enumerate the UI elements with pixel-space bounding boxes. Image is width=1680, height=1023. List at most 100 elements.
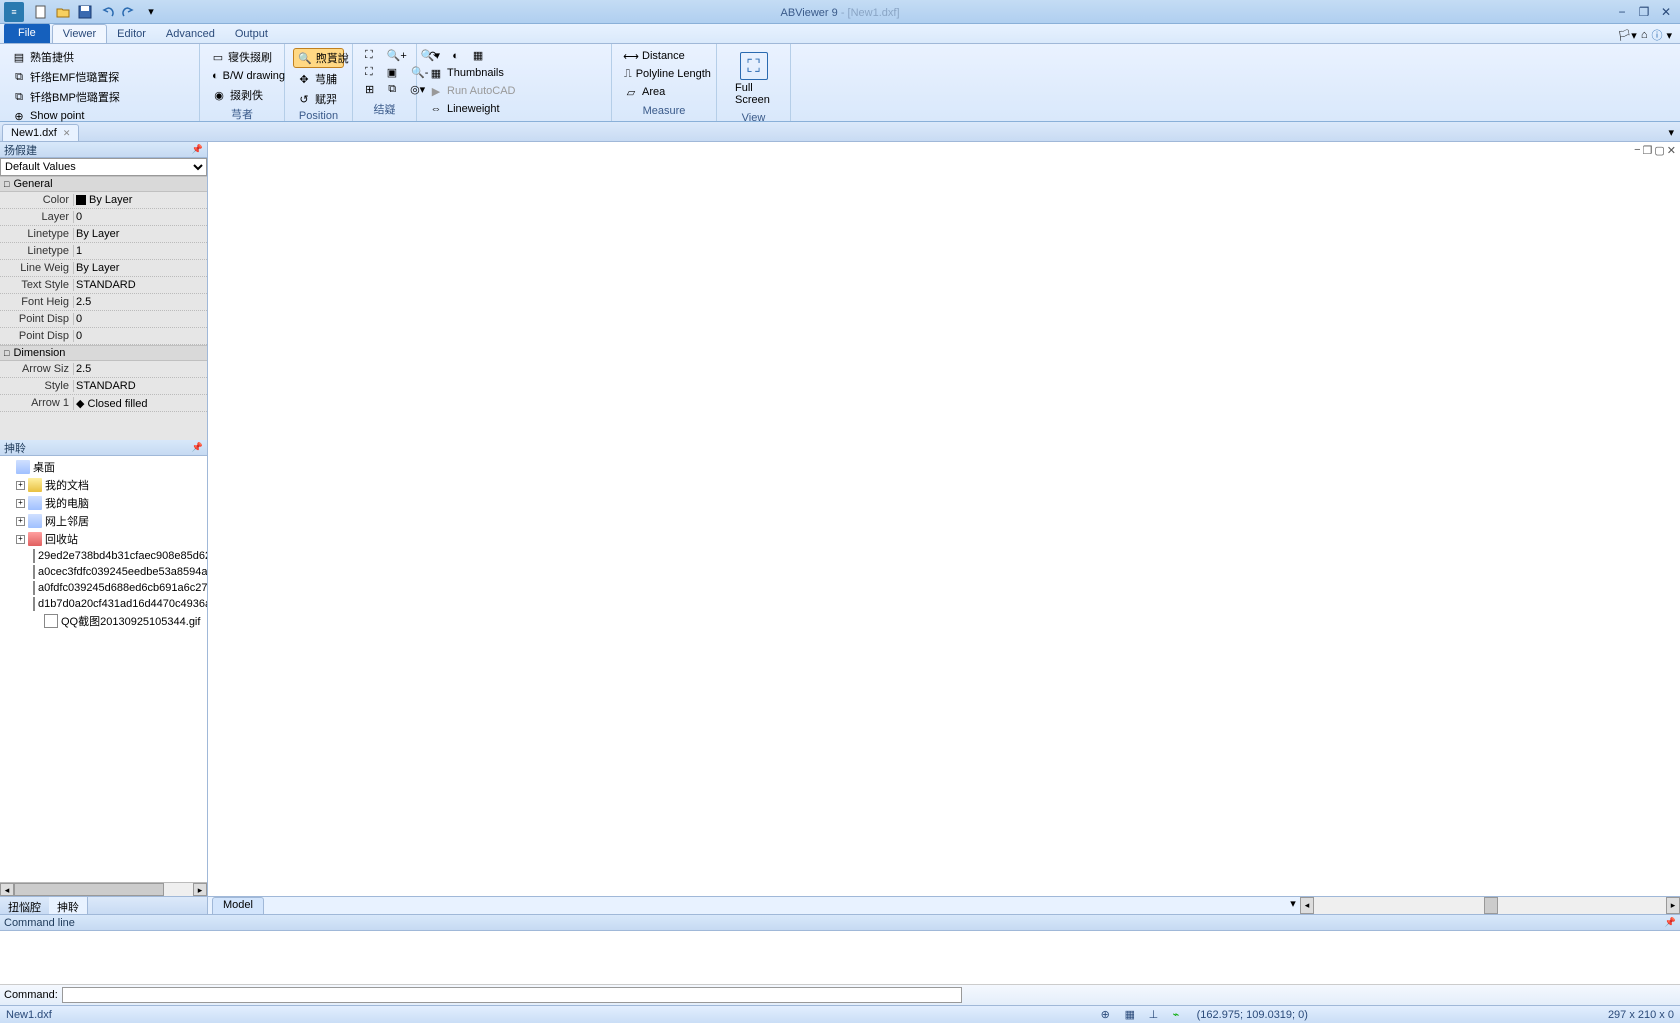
doc-maximize-icon[interactable]: ▢ [1654, 144, 1664, 157]
property-row[interactable]: LinetypeBy Layer [0, 226, 207, 243]
doc-close-icon[interactable]: ✕ [1667, 144, 1676, 157]
file-tab[interactable]: File [4, 23, 50, 43]
tree-node[interactable]: 桌面 [2, 458, 205, 476]
cmd-full-screen[interactable]: ⛶ Full Screen [725, 48, 782, 110]
pin-icon[interactable]: 📌 [1665, 917, 1676, 928]
property-group[interactable]: Dimension [0, 345, 207, 361]
scroll-right-icon[interactable]: ▸ [1666, 897, 1680, 914]
close-tab-icon[interactable]: ✕ [63, 128, 71, 139]
close-button[interactable]: ✕ [1656, 5, 1676, 19]
tab-editor[interactable]: Editor [107, 25, 156, 43]
tree-node[interactable]: +我的电脑 [2, 494, 205, 512]
cmd-zwin[interactable]: ▣ [383, 65, 401, 80]
canvas-h-scrollbar[interactable]: ◂ ▸ [1300, 897, 1680, 914]
cmd-area[interactable]: ▱Area [620, 84, 708, 100]
cmd-z2[interactable]: ⧉ [384, 82, 400, 97]
grid-icon[interactable]: ▦ [1125, 1008, 1139, 1022]
tree-node[interactable]: +回收站 [2, 530, 205, 548]
cmd-distance[interactable]: ⟷Distance [620, 48, 708, 64]
tree-node[interactable]: a0cec3fdfc039245eedbe53a8594a4c27d1 [2, 564, 205, 580]
cmd-pos-3[interactable]: ↺赋羿 [293, 90, 344, 108]
cmd-r3[interactable]: ▦ [469, 48, 487, 63]
scroll-thumb[interactable] [1484, 897, 1498, 914]
maximize-button[interactable]: ❐ [1634, 5, 1654, 19]
command-input[interactable] [62, 987, 962, 1003]
left-tab-0[interactable]: 扭悩腔 [0, 897, 49, 914]
scroll-right-icon[interactable]: ▸ [193, 883, 207, 896]
property-row[interactable]: Arrow Siz2.5 [0, 361, 207, 378]
property-row[interactable]: Text StyleSTANDARD [0, 277, 207, 294]
new-icon[interactable] [32, 3, 50, 21]
cmd-tools-1[interactable]: ▤熟笛捷供 [8, 48, 191, 66]
tree-node[interactable]: +网上邻居 [2, 512, 205, 530]
cmd-g2-1[interactable]: ▭寝佚掇刷 [208, 48, 276, 66]
property-row[interactable]: StyleSTANDARD [0, 378, 207, 395]
home-icon[interactable]: ⌂ [1641, 29, 1648, 41]
property-selector[interactable]: Default Values [0, 158, 207, 176]
help-dropdown-icon[interactable]: ▾ [1666, 29, 1672, 42]
cmd-zoom-in[interactable]: 🔍+ [383, 48, 411, 63]
h-scrollbar[interactable]: ◂ ▸ [0, 882, 207, 896]
model-tab[interactable]: Model [212, 897, 264, 914]
scroll-left-icon[interactable]: ◂ [1300, 897, 1314, 914]
tree-node[interactable]: QQ截图20130925105344.gif [2, 612, 205, 630]
cmd-r2[interactable]: ◐ [448, 48, 463, 63]
cmd-thumbnails[interactable]: ▦Thumbnails [425, 65, 603, 81]
cmd-zext[interactable]: ⛶ [361, 65, 377, 80]
cmd-pos-2[interactable]: ✥芎脯 [293, 70, 344, 88]
cmd-run-autocad[interactable]: ▶Run AutoCAD [425, 83, 603, 99]
property-row[interactable]: Point Disp0 [0, 311, 207, 328]
pin-icon[interactable]: 📌 [192, 442, 203, 453]
property-row[interactable]: Layer0 [0, 209, 207, 226]
cmd-bmp[interactable]: ⧉钎绺BMP恺璐置探 [8, 88, 191, 106]
minimize-button[interactable]: − [1612, 5, 1632, 19]
property-group[interactable]: General [0, 176, 207, 192]
tab-viewer[interactable]: Viewer [52, 24, 107, 43]
cmd-zoom-fit[interactable]: ⛶ [361, 48, 377, 63]
layout-dropdown-icon[interactable]: ▾ [1286, 897, 1300, 914]
ortho-icon[interactable]: ⊥ [1149, 1008, 1163, 1022]
cmd-g2-3[interactable]: ◉掇剥佚 [208, 86, 276, 104]
language-icon[interactable]: 🏳▾ [1617, 29, 1637, 42]
tab-output[interactable]: Output [225, 25, 278, 43]
file-tree[interactable]: 桌面+我的文档+我的电脑+网上邻居+回收站29ed2e738bd4b31cfae… [0, 456, 207, 882]
tree-node[interactable]: 29ed2e738bd4b31cfaec908e85d6277f9e2 [2, 548, 205, 564]
cmd-pos-1[interactable]: 🔍煦貰說 [293, 48, 344, 68]
open-icon[interactable] [54, 3, 72, 21]
cmd-lineweight[interactable]: ⇔Lineweight [425, 101, 603, 117]
property-row[interactable]: ColorBy Layer [0, 192, 207, 209]
cmd-r1[interactable]: ↷ [425, 48, 442, 63]
property-row[interactable]: Font Heig2.5 [0, 294, 207, 311]
polar-icon[interactable]: ⌁ [1173, 1008, 1187, 1022]
drawing-canvas[interactable]: − ❐ ▢ ✕ [208, 142, 1680, 896]
snap-icon[interactable]: ⊕ [1101, 1008, 1115, 1022]
tree-node[interactable]: +我的文档 [2, 476, 205, 494]
doc-tabs-dropdown-icon[interactable]: ▾ [1662, 124, 1680, 141]
save-icon[interactable] [76, 3, 94, 21]
scroll-thumb[interactable] [14, 883, 164, 896]
help-icon[interactable]: ⓘ [1651, 27, 1662, 43]
command-history[interactable] [0, 931, 1680, 985]
doc-restore-icon[interactable]: ❐ [1643, 144, 1653, 157]
scroll-left-icon[interactable]: ◂ [0, 883, 14, 896]
app-icon[interactable]: ≡ [4, 2, 24, 22]
tree-node[interactable]: a0fdfc039245d688ed6cb691a6c27d1ed21 [2, 580, 205, 596]
cmd-polyline-length[interactable]: ⎍Polyline Length [620, 66, 708, 82]
property-row[interactable]: Line WeigBy Layer [0, 260, 207, 277]
property-row[interactable]: Linetype1 [0, 243, 207, 260]
left-tab-1[interactable]: 抻聆 [49, 897, 88, 914]
tab-advanced[interactable]: Advanced [156, 25, 225, 43]
doc-minimize-icon[interactable]: − [1634, 144, 1640, 157]
doc-tab-new1[interactable]: New1.dxf✕ [2, 124, 79, 141]
qat-dropdown-icon[interactable]: ▾ [142, 3, 160, 21]
redo-icon[interactable] [120, 3, 138, 21]
cmd-bw-drawing[interactable]: ◐B/W drawing [208, 68, 276, 84]
tree-node[interactable]: d1b7d0a20cf431ad16d4470c4936acaf2ec [2, 596, 205, 612]
property-row[interactable]: Arrow 1◆ Closed filled [0, 395, 207, 412]
pin-icon[interactable]: 📌 [192, 144, 203, 155]
cmd-z1[interactable]: ⊞ [361, 82, 378, 97]
cmd-emf[interactable]: ⧉钎绺EMF恺璐置探 [8, 68, 191, 86]
undo-icon[interactable] [98, 3, 116, 21]
property-row[interactable]: Point Disp0 [0, 328, 207, 345]
property-grid[interactable]: GeneralColorBy LayerLayer0LinetypeBy Lay… [0, 176, 207, 440]
